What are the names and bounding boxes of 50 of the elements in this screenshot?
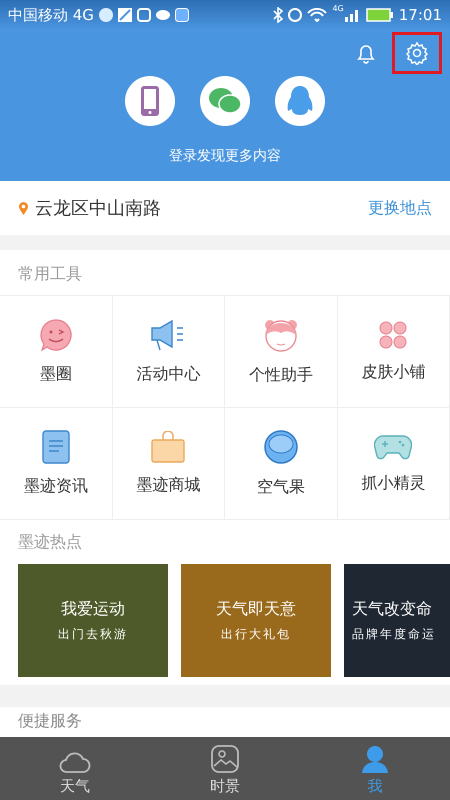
four-circles-icon	[378, 320, 408, 350]
picture-icon	[210, 744, 240, 774]
penguin-login-button[interactable]	[275, 76, 325, 126]
promo-card[interactable]: 天气改变命 品牌年度命运	[344, 564, 450, 677]
section-title: 便捷服务	[18, 711, 82, 730]
tool-item[interactable]: 皮肤小铺	[338, 296, 450, 408]
phone-login-button[interactable]	[125, 76, 175, 126]
gamepad-icon	[374, 433, 412, 461]
promo-card[interactable]: 天气即天意 出行大礼包	[181, 564, 331, 677]
tool-item[interactable]: 墨圈	[0, 296, 112, 408]
tool-item[interactable]: 活动中心	[112, 296, 225, 408]
tool-item[interactable]: 墨迹资讯	[0, 408, 112, 520]
current-address: 云龙区中山南路	[35, 197, 161, 220]
tab-item[interactable]: 时景	[175, 737, 275, 800]
clock-time: 17:01	[398, 6, 442, 24]
penguin-icon	[287, 85, 313, 117]
circle-notification-icon	[98, 8, 113, 22]
promo-subtitle: 出门去秋游	[58, 626, 128, 642]
chat-bubbles-icon	[208, 87, 242, 115]
wifi-icon	[307, 8, 328, 22]
network-type: 4G	[332, 4, 344, 13]
bluetooth-icon	[273, 7, 284, 23]
tool-item[interactable]: 墨迹商城	[112, 408, 225, 520]
promo-title: 天气即天意	[216, 598, 296, 620]
promo-subtitle: 出行大礼包	[221, 626, 291, 642]
cloud-notification-icon	[156, 10, 170, 20]
battery-icon	[366, 8, 394, 22]
section-title: 墨迹热点	[18, 532, 82, 551]
carrier-name: 中国移动 4G	[8, 6, 94, 24]
section-title: 常用工具	[18, 264, 82, 283]
location-pin-icon	[18, 200, 29, 216]
promo-card[interactable]: 我爱运动 出门去秋游	[18, 564, 168, 677]
promo-title: 天气改变命	[352, 598, 432, 620]
tool-item[interactable]: 个性助手	[225, 296, 338, 408]
smiley-bubble-icon	[38, 318, 73, 352]
girl-face-icon	[262, 317, 299, 353]
shopping-bag-icon	[151, 431, 186, 463]
settings-icon[interactable]	[405, 41, 429, 65]
document-icon	[42, 430, 70, 464]
app-notification-icon	[136, 8, 151, 22]
tool-item[interactable]: 抓小精灵	[338, 408, 450, 520]
promo-title: 我爱运动	[61, 598, 125, 620]
tab-item[interactable]: 天气	[25, 737, 125, 800]
person-icon	[360, 744, 390, 774]
promo-subtitle: 品牌年度命运	[352, 626, 436, 642]
tool-item[interactable]: 空气果	[225, 408, 338, 520]
wechat-login-button[interactable]	[200, 76, 250, 126]
cloud-icon	[59, 750, 91, 774]
phone-icon	[140, 85, 160, 117]
signal-icon	[344, 8, 361, 22]
